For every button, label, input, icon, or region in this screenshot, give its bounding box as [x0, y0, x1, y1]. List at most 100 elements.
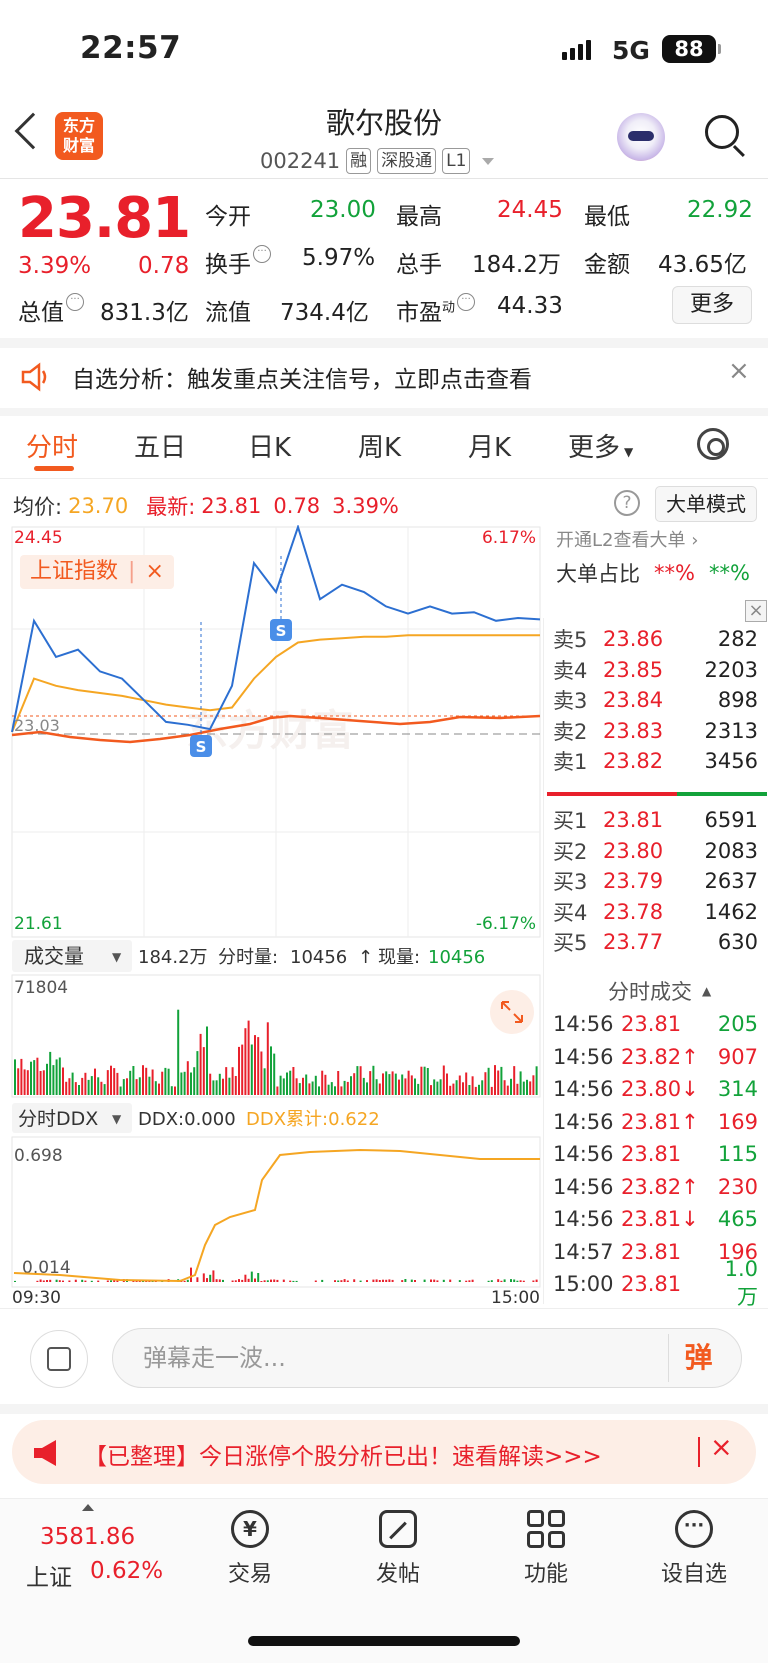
close-icon[interactable]: × [145, 555, 163, 589]
more-dots-icon: ··· [66, 293, 84, 311]
danmu-send-button[interactable]: 弹 [668, 1334, 728, 1382]
volume-bar [158, 1083, 160, 1095]
amount-label: 金额 [584, 252, 630, 278]
volume-bar [462, 1082, 464, 1095]
bid-volume: 6591 [704, 808, 758, 832]
tab-intraday[interactable]: 分时 [26, 427, 78, 464]
index-value[interactable]: 3581.86 [40, 1524, 135, 1550]
volume-bar [535, 1066, 538, 1095]
pe-label[interactable]: 市盈动··· [396, 293, 476, 327]
nav-trade[interactable]: ¥ 交易 [190, 1510, 310, 1588]
ddx-bar [522, 1280, 525, 1282]
volume-bar [212, 1080, 215, 1095]
ddx-bar [202, 1273, 205, 1282]
tab-five-day[interactable]: 五日 [134, 427, 186, 464]
ddx-bar [266, 1280, 269, 1282]
ticks-header[interactable]: 分时成交 ▲ [608, 976, 711, 1006]
turnover-value: 5.97% [302, 245, 376, 271]
search-icon[interactable] [705, 115, 739, 149]
index-percent[interactable]: 0.62% [90, 1558, 163, 1584]
nav-post[interactable]: 发帖 [338, 1510, 458, 1588]
ddx-bar [257, 1273, 260, 1282]
danmu-input[interactable]: 弹幕走一波... [112, 1328, 742, 1388]
ask-row[interactable]: 卖5 23.86 282 [553, 623, 758, 655]
volume-bar [180, 1072, 183, 1095]
ddx-sum: DDX累计:0.622 [246, 1109, 380, 1130]
bid-price: 23.78 [603, 899, 664, 924]
help-icon[interactable]: ? [614, 490, 640, 516]
tag-connect: 深股通 [377, 148, 437, 174]
expand-icon[interactable] [490, 990, 534, 1034]
tick-price: 23.80↓ [621, 1077, 699, 1101]
ddx-bar [244, 1274, 247, 1282]
index-overlay-tag[interactable]: 上证指数 | × [20, 555, 174, 589]
bid-row[interactable]: 买4 23.78 1462 [553, 896, 758, 928]
volume-bar [177, 1009, 180, 1095]
ask-row[interactable]: 卖2 23.83 2313 [553, 715, 758, 747]
tab-more[interactable]: 更多 ▼ [568, 427, 633, 464]
volume-bar [39, 1071, 42, 1095]
volume-label: 总手 [396, 252, 442, 278]
ddx-bar [218, 1279, 221, 1282]
notice-text[interactable]: 【已整理】今日涨停个股分析已出！速看解读>>> [84, 1437, 602, 1471]
ddx-bar [55, 1279, 58, 1282]
tab-daily-k[interactable]: 日K [248, 427, 291, 464]
ddx-bar [535, 1279, 538, 1282]
ask-volume: 3456 [704, 749, 758, 773]
ddx-selector[interactable]: 分时DDX [18, 1108, 98, 1130]
volume-bar [228, 1077, 231, 1095]
nav-function[interactable]: 功能 [486, 1510, 606, 1588]
volume-bar [30, 1061, 32, 1095]
ddx-bar [513, 1279, 516, 1282]
ddx-bar [359, 1280, 362, 1282]
volume-bar [430, 1085, 432, 1095]
volume-bar [522, 1081, 525, 1095]
assistant-avatar-icon[interactable] [617, 113, 665, 161]
stock-subtitle[interactable]: 002241 融 深股通 L1 [260, 148, 495, 174]
tick-time: 14:56 [553, 1012, 614, 1036]
volume-bar [36, 1057, 39, 1095]
ask-level: 卖3 [553, 689, 588, 713]
ddx-value: DDX:0.000 [138, 1109, 236, 1130]
volume-bar [241, 1044, 244, 1095]
float-label: 流值 [205, 300, 251, 326]
bid-row[interactable]: 买2 23.80 2083 [553, 835, 758, 867]
signal-banner-text[interactable]: 自选分析：触发重点关注信号，立即点击查看 [72, 360, 532, 394]
ask-row[interactable]: 卖4 23.85 2203 [553, 654, 758, 686]
volume-bar [404, 1078, 407, 1095]
nav-add-watch[interactable]: ··· 设自选 [634, 1510, 754, 1588]
close-icon[interactable]: × [745, 600, 767, 622]
turnover-label[interactable]: 换手··· [205, 245, 271, 279]
ddx-bar [74, 1279, 77, 1282]
l2-upgrade-link[interactable]: 开通L2查看大单 › [556, 526, 698, 552]
trade-tick-row: 14:56 23.80↓ 314 [553, 1072, 758, 1106]
more-quote-button[interactable]: 更多 [672, 286, 752, 324]
index-name[interactable]: 上证 [26, 1558, 72, 1592]
volume-bar [398, 1079, 400, 1095]
close-icon[interactable]: × [728, 356, 750, 386]
big-order-mode-button[interactable]: 大单模式 [655, 486, 757, 522]
bid-row[interactable]: 买1 23.81 6591 [553, 804, 758, 836]
danmu-settings-icon[interactable] [30, 1330, 88, 1388]
mktcap-label[interactable]: 总值··· [18, 293, 84, 327]
volume-bar [417, 1083, 420, 1095]
bid-row[interactable]: 买5 23.77 630 [553, 926, 758, 958]
tick-volume: 907 [717, 1044, 758, 1069]
tick-price: 23.82↑ [621, 1174, 699, 1199]
tab-monthly-k[interactable]: 月K [468, 427, 511, 464]
volume-bar [183, 1071, 186, 1095]
divider [0, 178, 768, 179]
tab-weekly-k[interactable]: 周K [358, 427, 401, 464]
stock-code: 002241 [260, 149, 341, 173]
volume-bar [353, 1073, 356, 1095]
close-icon[interactable]: × [710, 1432, 733, 1463]
volume-selector[interactable]: 成交量 [24, 944, 84, 968]
ask-row[interactable]: 卖3 23.84 898 [553, 684, 758, 716]
intraday-chart[interactable]: 东方财富 24.45 6.17% 23.03 21.61 -6.17% S S … [0, 525, 545, 1305]
ask-row[interactable]: 卖1 23.82 3456 [553, 745, 758, 777]
settings-icon[interactable] [697, 428, 729, 460]
ddx-bar [231, 1280, 234, 1282]
volume-bar [474, 1086, 477, 1095]
bid-row[interactable]: 买3 23.79 2637 [553, 865, 758, 897]
open-label: 今开 [205, 204, 251, 230]
